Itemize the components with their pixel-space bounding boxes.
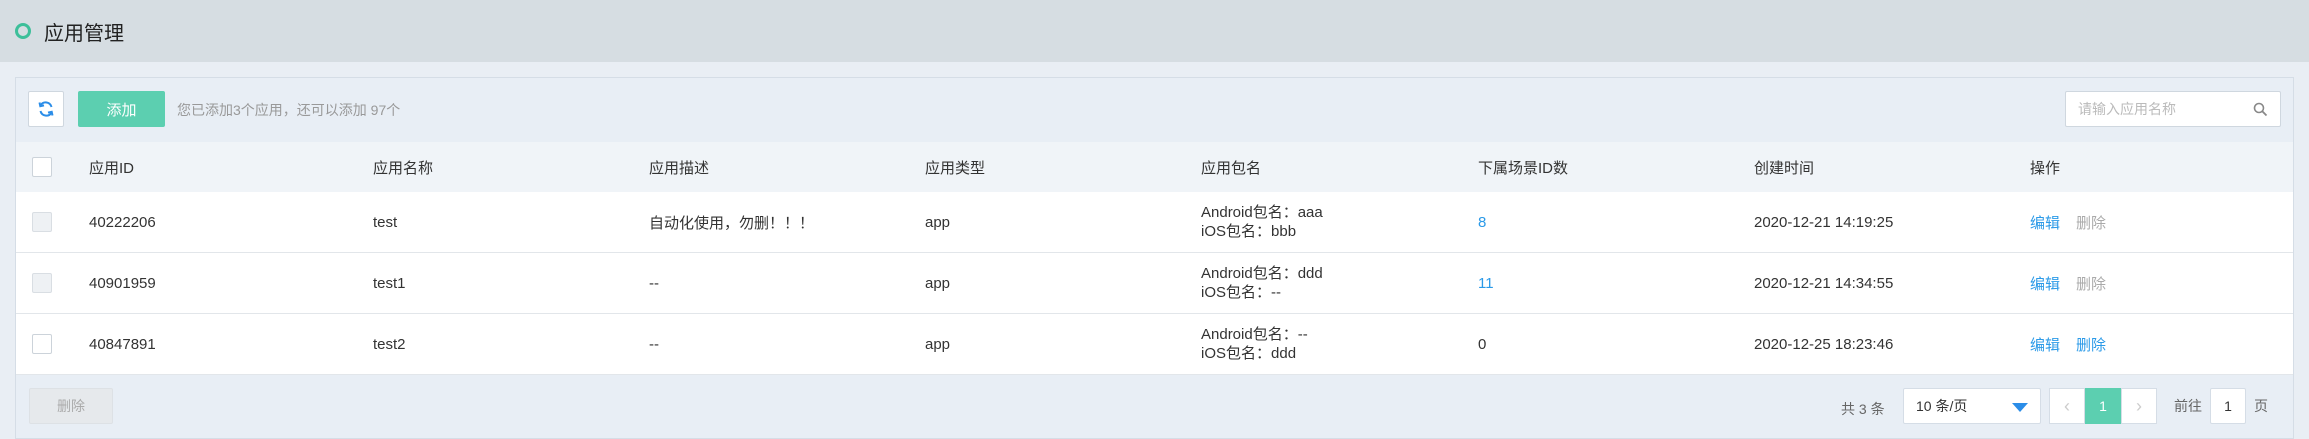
app-name: test1 [373, 274, 406, 292]
edit-link[interactable]: 编辑 [2030, 273, 2060, 294]
package-names: Android包名：ddd iOS包名：-- [1201, 253, 1323, 313]
edit-link[interactable]: 编辑 [2030, 334, 2060, 355]
column-header-app-name: 应用名称 [373, 159, 434, 177]
goto-prefix: 前往 [2174, 398, 2202, 414]
package-names: Android包名：-- iOS包名：ddd [1201, 314, 1308, 374]
caret-down-icon [2012, 403, 2028, 412]
app-list-panel: 添加 您已添加3个应用，还可以添加 97个 应用ID 应用名称 应用描述 应用类… [15, 77, 2294, 439]
row-actions: 编辑 删除 [2030, 253, 2106, 313]
column-header-actions: 操作 [2030, 159, 2061, 177]
page-number-current[interactable]: 1 [2085, 388, 2121, 424]
prev-page-button[interactable]: ‹ [2049, 388, 2085, 424]
row-checkbox[interactable] [32, 334, 52, 354]
quota-hint: 您已添加3个应用，还可以添加 97个 [177, 102, 401, 118]
app-id: 40847891 [89, 335, 156, 353]
next-page-button[interactable]: › [2121, 388, 2157, 424]
app-description: -- [649, 274, 659, 292]
pagination: ‹ 1 › [2049, 388, 2157, 424]
ios-package: iOS包名：ddd [1201, 345, 1297, 362]
total-count: 共 3 条 [1841, 401, 1885, 417]
refresh-button[interactable] [28, 91, 64, 127]
page-size-value: 10 条/页 [1916, 398, 1968, 414]
created-time: 2020-12-25 18:23:46 [1754, 335, 1894, 353]
batch-delete-button[interactable]: 删除 [29, 388, 113, 424]
search-box[interactable] [2065, 91, 2281, 127]
created-time: 2020-12-21 14:19:25 [1754, 213, 1894, 231]
row-checkbox[interactable] [32, 273, 52, 293]
scene-count-link[interactable]: 8 [1478, 192, 1486, 252]
created-time: 2020-12-21 14:34:55 [1754, 274, 1894, 292]
delete-link-disabled: 删除 [2076, 214, 2107, 232]
toolbar: 添加 您已添加3个应用，还可以添加 97个 [16, 78, 2293, 142]
select-all-checkbox[interactable] [32, 157, 52, 177]
row-checkbox[interactable] [32, 212, 52, 232]
column-header-scene-count: 下属场景ID数 [1478, 159, 1569, 177]
scene-count-link[interactable]: 11 [1478, 253, 1494, 313]
page-title: 应用管理 [44, 22, 124, 45]
goto-page-input[interactable] [2210, 388, 2246, 424]
app-type: app [925, 213, 951, 231]
app-id: 40222206 [89, 213, 156, 231]
app-description: 自动化使用，勿删！！！ [649, 214, 815, 232]
top-bar: 应用管理 [0, 0, 2309, 62]
table-header: 应用ID 应用名称 应用描述 应用类型 应用包名 下属场景ID数 创建时间 操作 [16, 142, 2293, 192]
edit-link[interactable]: 编辑 [2030, 212, 2060, 233]
status-circle-icon [15, 23, 31, 39]
app-type: app [925, 335, 951, 353]
goto-suffix: 页 [2254, 398, 2268, 414]
table-row: 40222206 test 自动化使用，勿删！！！ app Android包名：… [16, 192, 2293, 253]
android-package: Android包名：-- [1201, 326, 1308, 343]
table-footer: 删除 共 3 条 10 条/页 ‹ 1 › 前往 页 [16, 377, 2293, 439]
android-package: Android包名：aaa [1201, 204, 1323, 221]
row-actions: 编辑 删除 [2030, 192, 2106, 252]
android-package: Android包名：ddd [1201, 265, 1323, 282]
table-row: 40847891 test2 -- app Android包名：-- iOS包名… [16, 314, 2293, 375]
refresh-icon [38, 101, 54, 117]
add-button[interactable]: 添加 [78, 91, 165, 127]
app-id: 40901959 [89, 274, 156, 292]
app-type: app [925, 274, 951, 292]
column-header-app-description: 应用描述 [649, 159, 710, 177]
delete-link[interactable]: 删除 [2076, 334, 2106, 355]
table-row: 40901959 test1 -- app Android包名：ddd iOS包… [16, 253, 2293, 314]
column-header-created-time: 创建时间 [1754, 159, 1815, 177]
row-actions: 编辑 删除 [2030, 314, 2106, 374]
search-input[interactable] [2078, 101, 2248, 117]
delete-link-disabled: 删除 [2076, 275, 2107, 293]
ios-package: iOS包名：-- [1201, 284, 1281, 301]
scene-count: 0 [1478, 335, 1487, 353]
column-header-app-id: 应用ID [89, 159, 135, 177]
column-header-package-name: 应用包名 [1201, 159, 1262, 177]
app-name: test2 [373, 335, 406, 353]
app-description: -- [649, 335, 659, 353]
app-name: test [373, 213, 398, 231]
goto-page: 前往 页 [2174, 388, 2268, 424]
search-icon[interactable] [2253, 102, 2268, 117]
app-table: 应用ID 应用名称 应用描述 应用类型 应用包名 下属场景ID数 创建时间 操作… [16, 142, 2293, 375]
package-names: Android包名：aaa iOS包名：bbb [1201, 192, 1323, 252]
column-header-app-type: 应用类型 [925, 159, 986, 177]
page-size-select[interactable]: 10 条/页 [1903, 388, 2041, 424]
ios-package: iOS包名：bbb [1201, 223, 1297, 240]
